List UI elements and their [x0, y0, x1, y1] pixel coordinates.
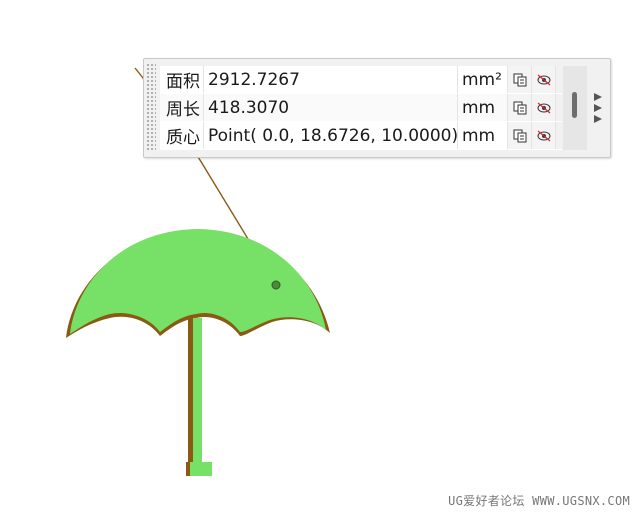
- area-unit[interactable]: mm²: [458, 66, 508, 93]
- centroid-value: Point( 0.0, 18.6726, 10.0000): [204, 122, 458, 149]
- perimeter-copy-button[interactable]: [508, 94, 532, 121]
- umbrella-shaft: [193, 318, 202, 464]
- arrow-right-icon[interactable]: [594, 93, 602, 101]
- expand-arrows[interactable]: [594, 93, 606, 127]
- forum-watermark: UG爱好者论坛 WWW.UGSNX.COM: [448, 494, 630, 508]
- area-value: 2912.7267: [204, 66, 458, 93]
- copy-icon: [513, 101, 526, 114]
- graphics-viewport[interactable]: 面积 2912.7267 mm² 周长 418.3070 mm 质心 Point…: [0, 0, 636, 515]
- measure-result-panel[interactable]: 面积 2912.7267 mm² 周长 418.3070 mm 质心 Point…: [143, 58, 611, 158]
- centroid-point[interactable]: [271, 280, 281, 290]
- perimeter-visibility-button[interactable]: [532, 94, 556, 121]
- scrollbar-thumb[interactable]: [572, 92, 577, 118]
- eye-toggle-icon: [537, 74, 550, 85]
- measure-row-centroid: 质心 Point( 0.0, 18.6726, 10.0000) mm: [160, 122, 562, 150]
- perimeter-unit[interactable]: mm: [458, 94, 508, 121]
- copy-icon: [513, 73, 526, 86]
- panel-drag-grip[interactable]: [146, 63, 156, 151]
- panel-scrollbar[interactable]: [563, 66, 587, 150]
- centroid-copy-button[interactable]: [508, 122, 532, 149]
- perimeter-value: 418.3070: [204, 94, 458, 121]
- eye-toggle-icon: [537, 130, 550, 141]
- umbrella-handle: [190, 462, 212, 476]
- arrow-right-icon[interactable]: [594, 104, 602, 112]
- perimeter-label: 周长: [160, 94, 204, 121]
- centroid-visibility-button[interactable]: [532, 122, 556, 149]
- measure-rows: 面积 2912.7267 mm² 周长 418.3070 mm 质心 Point…: [160, 66, 562, 150]
- centroid-label: 质心: [160, 122, 204, 149]
- area-copy-button[interactable]: [508, 66, 532, 93]
- measure-row-perimeter: 周长 418.3070 mm: [160, 94, 562, 122]
- centroid-unit[interactable]: mm: [458, 122, 508, 149]
- arrow-right-icon[interactable]: [594, 115, 602, 123]
- eye-toggle-icon: [537, 102, 550, 113]
- copy-icon: [513, 129, 526, 142]
- area-visibility-button[interactable]: [532, 66, 556, 93]
- area-label: 面积: [160, 66, 204, 93]
- measure-row-area: 面积 2912.7267 mm²: [160, 66, 562, 94]
